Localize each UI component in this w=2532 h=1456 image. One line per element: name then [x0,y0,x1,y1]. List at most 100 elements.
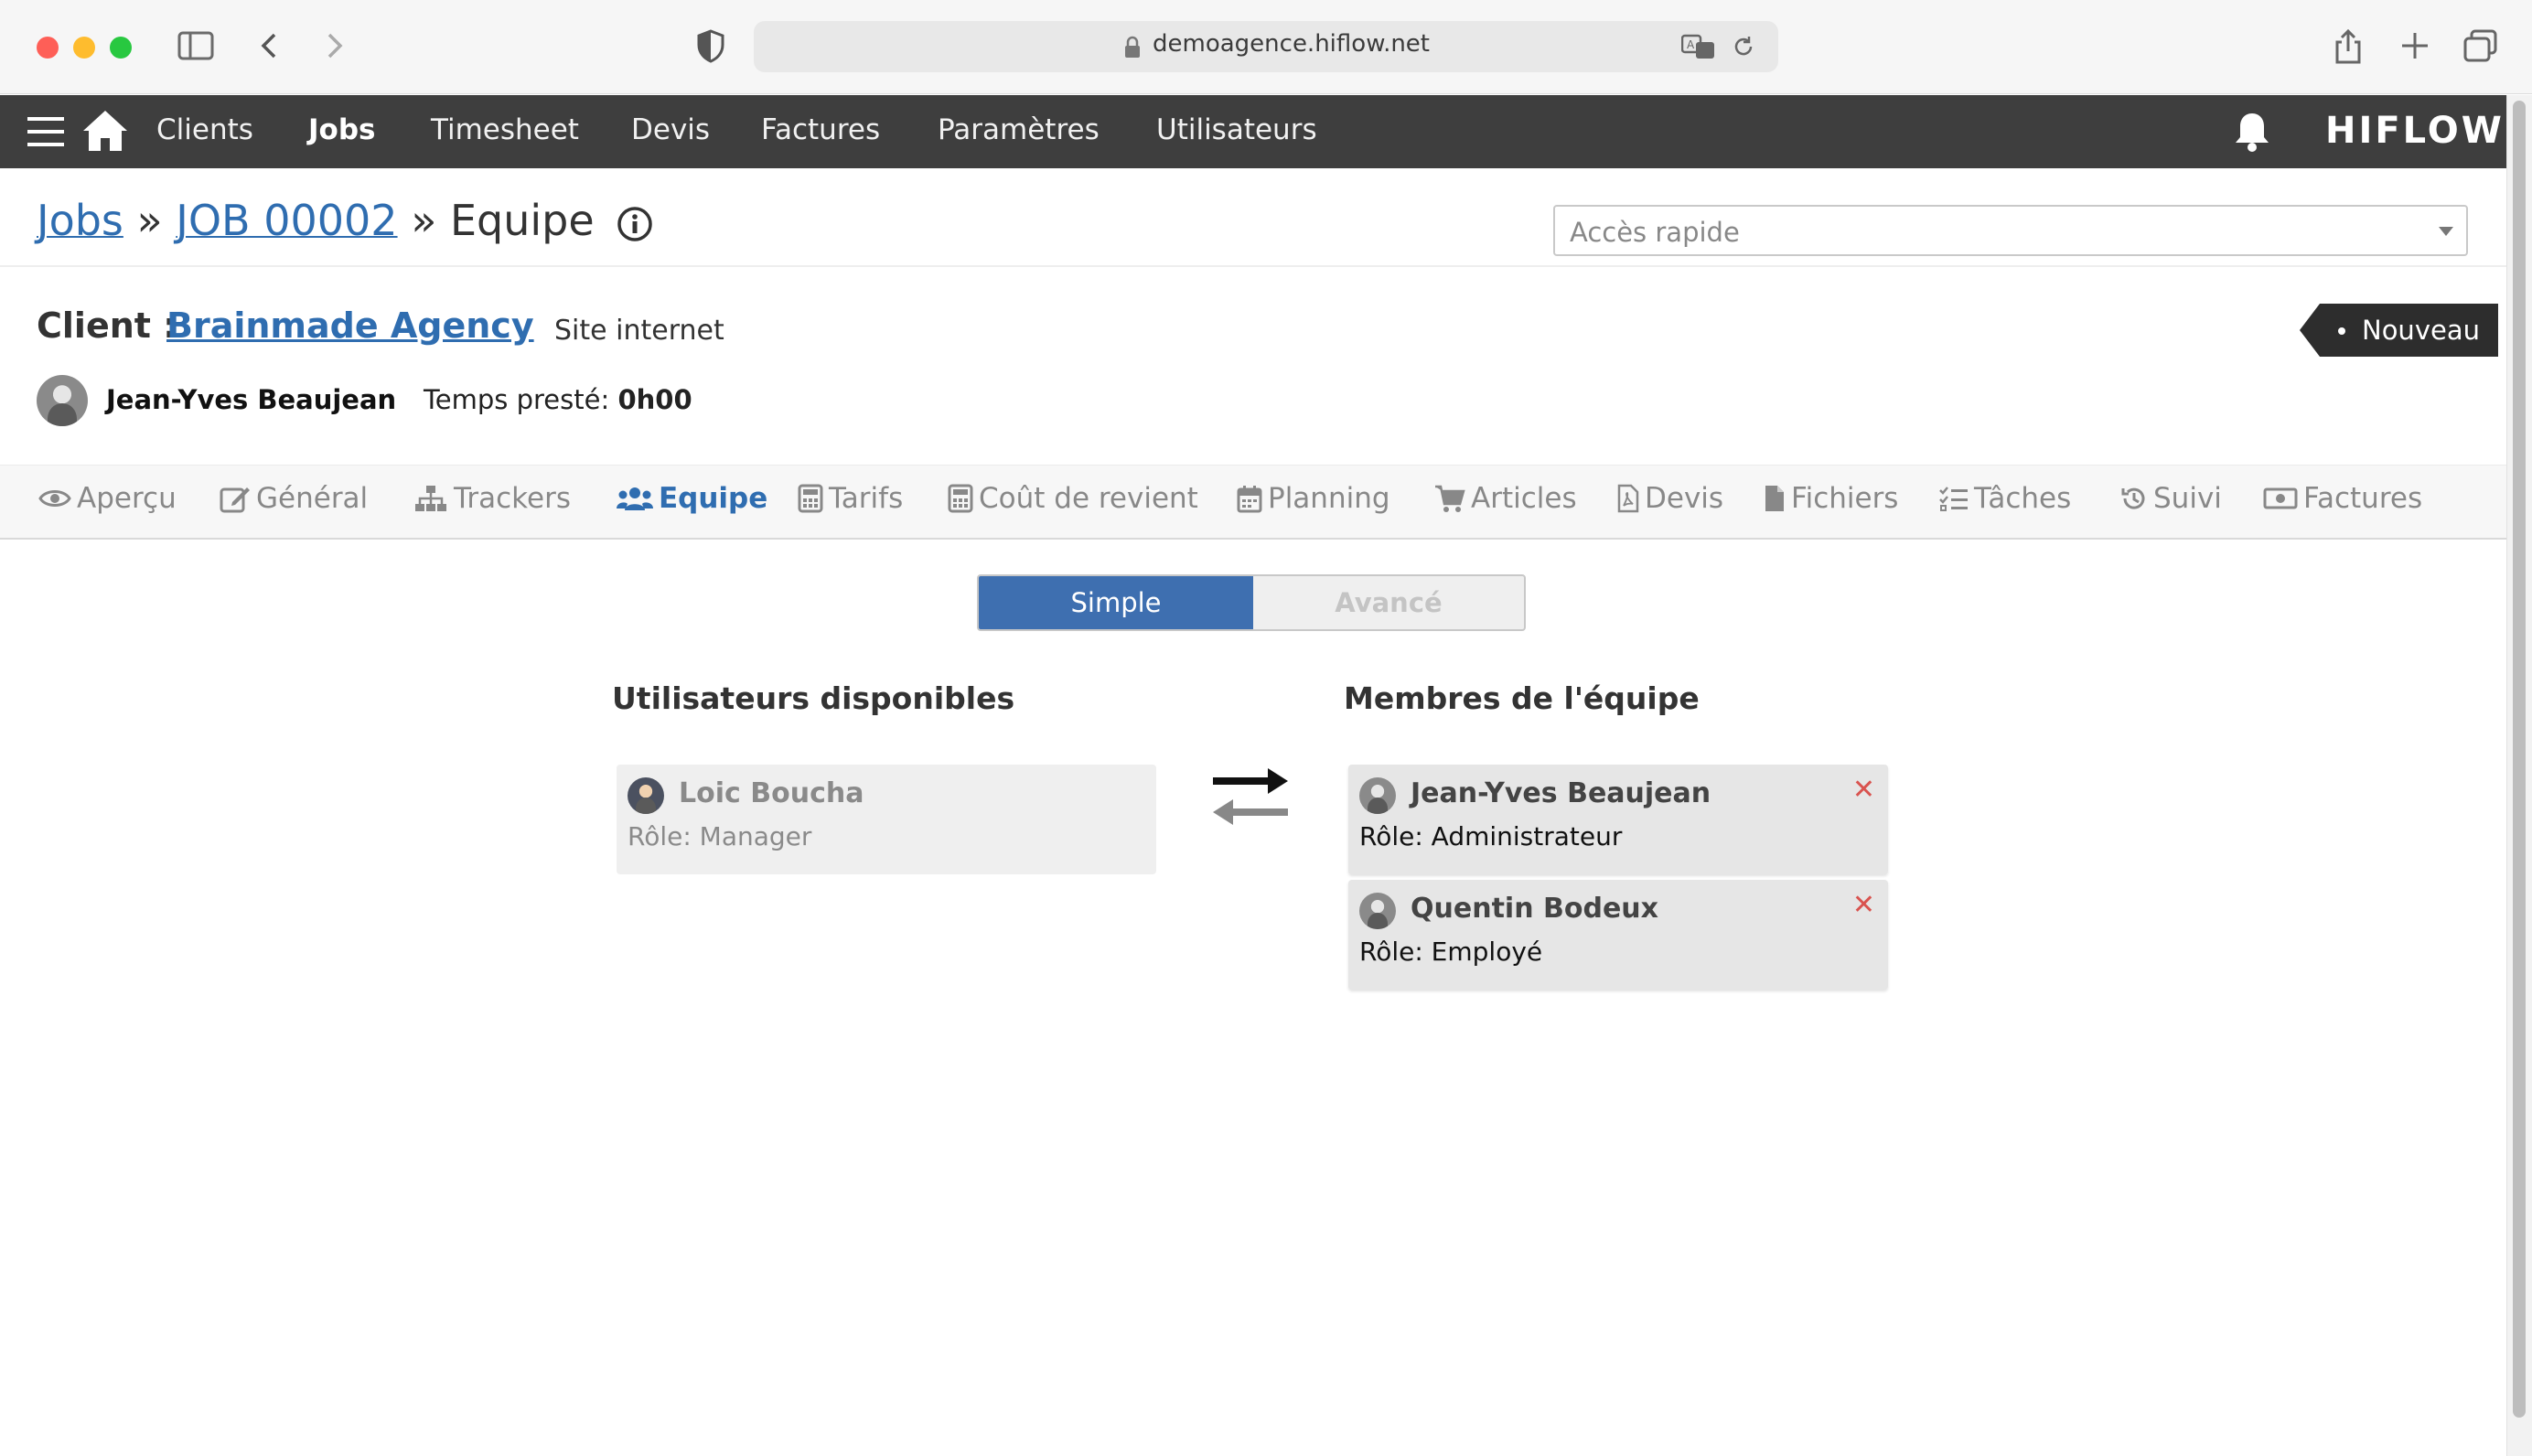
avatar [628,777,664,814]
reload-icon[interactable] [1731,34,1756,59]
tab-factures[interactable]: Factures [2263,482,2422,515]
edit-icon [220,487,250,513]
tab-overview-icon[interactable] [2462,27,2499,64]
share-icon[interactable] [2333,27,2364,66]
tab-tarifs[interactable]: Tarifs [798,482,903,515]
project-name: Site internet [554,315,724,347]
tab-label: Devis [1645,482,1724,515]
tab-equipe[interactable]: Equipe [617,482,767,515]
home-icon[interactable] [80,108,130,154]
tab-label: Fichiers [1791,482,1899,515]
breadcrumb: Jobs » JOB 00002 » Equipe [37,196,653,245]
tab-taches[interactable]: Tâches [1939,482,2071,515]
cart-icon [1435,485,1465,512]
member-role: Rôle: Employé [1359,937,1543,967]
avatar [37,375,88,426]
tab-label: Planning [1268,482,1390,515]
quick-access-select[interactable]: Accès rapide [1553,205,2468,256]
window-zoom-button[interactable] [110,37,132,59]
team-member-card[interactable]: Jean-Yves Beaujean Rôle: Administrateur … [1348,765,1888,874]
tab-label: Aperçu [77,482,177,515]
tab-trackers[interactable]: Trackers [413,482,571,515]
tab-label: Trackers [454,482,571,515]
notification-bell-icon[interactable] [2232,110,2272,154]
member-name: Quentin Bodeux [1411,893,1658,925]
team-member-card[interactable]: Quentin Bodeux Rôle: Employé ✕ [1348,880,1888,990]
mode-advanced-button[interactable]: Avancé [1253,576,1524,629]
nav-devis[interactable]: Devis [631,113,710,146]
tab-fichiers[interactable]: Fichiers [1764,482,1898,515]
quick-access-placeholder: Accès rapide [1570,217,1740,248]
main-navbar: Clients Jobs Timesheet Devis Factures Pa… [0,95,2506,168]
new-tab-icon[interactable] [2398,27,2431,64]
tab-general[interactable]: Général [220,482,368,515]
breadcrumb-separator: » [136,196,163,245]
breadcrumb-current: Equipe [449,196,595,245]
user-name: Loic Boucha [679,777,864,809]
tab-label: Articles [1471,482,1577,515]
tab-planning[interactable]: Planning [1237,482,1390,515]
breadcrumb-job-link[interactable]: JOB 00002 [176,196,397,245]
nav-parametres[interactable]: Paramètres [938,113,1100,146]
remove-member-icon[interactable]: ✕ [1852,774,1875,806]
nav-timesheet[interactable]: Timesheet [431,113,579,146]
file-icon [1765,486,1784,511]
tab-suivi[interactable]: Suivi [2120,482,2222,515]
member-role: Rôle: Administrateur [1359,821,1623,851]
pdf-file-icon [1617,484,1639,513]
available-user-card[interactable]: Loic Boucha Rôle: Manager [617,765,1156,874]
scrollbar-thumb[interactable] [2513,101,2526,1418]
calculator-icon [948,484,973,513]
address-bar[interactable]: demoagence.hiflow.net A [754,21,1778,72]
privacy-shield-icon[interactable] [695,27,726,64]
tab-apercu[interactable]: Aperçu [38,482,177,515]
tab-label: Coût de revient [979,482,1198,515]
team-members-title: Membres de l'équipe [1344,680,1700,716]
tab-cout-de-revient[interactable]: Coût de revient [948,482,1198,515]
translate-icon[interactable]: A [1681,34,1716,59]
sidebar-toggle-icon[interactable] [177,27,214,64]
tab-label: Tâches [1974,482,2072,515]
back-icon[interactable] [256,27,284,64]
nav-clients[interactable]: Clients [156,113,253,146]
owner-name: Jean-Yves Beaujean [106,384,397,415]
mode-toggle: Simple Avancé [977,574,1526,631]
avatar [1359,777,1396,814]
transfer-arrows-icon [1213,768,1288,825]
tasks-icon [1939,487,1968,511]
badge-dot [2338,327,2345,335]
time-spent-label: Temps presté: [424,384,610,415]
forward-icon[interactable] [320,27,348,64]
tab-devis[interactable]: Devis [1617,482,1723,515]
client-label: Client : [37,305,177,346]
hiflow-logo[interactable]: HIFLOW [2325,110,2505,152]
info-icon[interactable] [617,206,653,242]
tab-articles[interactable]: Articles [1434,482,1577,515]
sitemap-icon [415,486,446,511]
money-icon [2263,487,2298,509]
tab-label: Equipe [659,482,768,515]
nav-jobs[interactable]: Jobs [308,113,375,146]
history-icon [2121,487,2145,509]
window-close-button[interactable] [37,37,59,59]
tab-label: Factures [2303,482,2423,515]
mode-simple-button[interactable]: Simple [979,576,1253,629]
nav-factures[interactable]: Factures [761,113,880,146]
time-spent-value: 0h00 [617,384,692,415]
page-scrollbar[interactable] [2506,95,2532,1456]
client-link[interactable]: Brainmade Agency [166,305,534,346]
browser-toolbar: demoagence.hiflow.net A [0,0,2532,94]
nav-utilisateurs[interactable]: Utilisateurs [1156,113,1317,146]
breadcrumb-separator: » [411,196,437,245]
status-badge: Nouveau [2300,304,2498,357]
users-icon [617,487,653,510]
breadcrumb-jobs-link[interactable]: Jobs [37,196,123,245]
status-badge-label: Nouveau [2362,315,2480,346]
remove-member-icon[interactable]: ✕ [1852,889,1875,921]
window-minimize-button[interactable] [73,37,95,59]
available-users-title: Utilisateurs disponibles [612,680,1015,716]
calendar-icon [1237,486,1262,513]
hamburger-menu-icon[interactable] [26,113,66,150]
user-role: Rôle: Manager [628,821,812,851]
time-spent: Temps presté: 0h00 [424,384,692,415]
